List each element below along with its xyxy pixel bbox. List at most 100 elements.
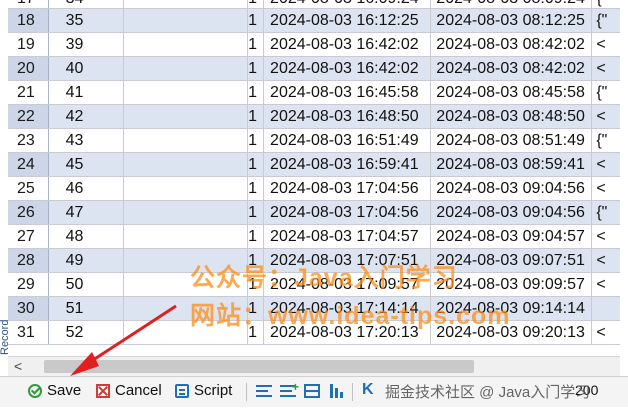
created-time-cell[interactable]: 2024-08-03 17:04:56 bbox=[263, 200, 432, 225]
created-time-cell[interactable]: 2024-08-03 17:04:56 bbox=[263, 176, 432, 201]
row-number[interactable]: 18 bbox=[8, 8, 49, 33]
utc-time-cell[interactable]: 2024-08-03 08:51:49 bbox=[430, 128, 593, 153]
grid-view-icon[interactable] bbox=[304, 384, 320, 398]
flag-cell[interactable]: 1 bbox=[247, 80, 265, 105]
table-row[interactable]: 22 42 1 2024-08-03 16:48:50 2024-08-03 08:48… bbox=[8, 104, 620, 129]
flag-cell[interactable]: 1 bbox=[247, 32, 265, 57]
created-time-cell[interactable]: 2024-08-03 17:07:51 bbox=[263, 248, 432, 273]
extra-cell[interactable]: {" bbox=[591, 0, 620, 9]
id-cell[interactable]: 40 bbox=[48, 56, 124, 81]
utc-time-cell[interactable]: 2024-08-03 08:12:25 bbox=[430, 8, 593, 33]
id-cell[interactable]: 47 bbox=[48, 200, 124, 225]
created-time-cell[interactable]: 2024-08-03 16:09:24 bbox=[263, 0, 432, 9]
id-cell[interactable]: 52 bbox=[48, 320, 124, 345]
utc-time-cell[interactable]: 2024-08-03 09:07:51 bbox=[430, 248, 593, 273]
table-row[interactable]: 23 43 1 2024-08-03 16:51:49 2024-08-03 08:51… bbox=[8, 128, 620, 153]
text-view-icon[interactable] bbox=[256, 384, 272, 398]
blank-cell[interactable] bbox=[123, 128, 249, 153]
created-time-cell[interactable]: 2024-08-03 16:45:58 bbox=[263, 80, 432, 105]
flag-cell[interactable]: 1 bbox=[247, 248, 265, 273]
row-number[interactable]: 19 bbox=[8, 32, 49, 57]
created-time-cell[interactable]: 2024-08-03 16:51:49 bbox=[263, 128, 432, 153]
flag-cell[interactable]: 1 bbox=[247, 176, 265, 201]
extra-cell[interactable]: {" bbox=[591, 128, 620, 153]
id-cell[interactable]: 49 bbox=[48, 248, 124, 273]
blank-cell[interactable] bbox=[123, 320, 249, 345]
scroll-left-icon[interactable]: < bbox=[14, 358, 22, 374]
created-time-cell[interactable]: 2024-08-03 16:42:02 bbox=[263, 32, 432, 57]
flag-cell[interactable]: 1 bbox=[247, 8, 265, 33]
table-row[interactable]: 18 35 1 2024-08-03 16:12:25 2024-08-03 08:12… bbox=[8, 8, 620, 33]
row-number[interactable]: 24 bbox=[8, 152, 49, 177]
horizontal-scrollbar[interactable]: < bbox=[8, 356, 620, 377]
row-number[interactable]: 25 bbox=[8, 176, 49, 201]
blank-cell[interactable] bbox=[123, 248, 249, 273]
row-number[interactable]: 29 bbox=[8, 272, 49, 297]
extra-cell[interactable]: < bbox=[591, 248, 620, 273]
flag-cell[interactable]: 1 bbox=[247, 0, 265, 9]
extra-cell[interactable]: < bbox=[591, 272, 620, 297]
table-row[interactable]: 25 46 1 2024-08-03 17:04:56 2024-08-03 09:04… bbox=[8, 176, 620, 201]
add-row-icon[interactable] bbox=[280, 380, 299, 398]
utc-time-cell[interactable]: 2024-08-03 09:14:14 bbox=[430, 296, 593, 321]
chart-view-icon[interactable] bbox=[328, 384, 344, 398]
table-row[interactable]: 26 47 1 2024-08-03 17:04:56 2024-08-03 09:04… bbox=[8, 200, 620, 225]
id-cell[interactable]: 41 bbox=[48, 80, 124, 105]
utc-time-cell[interactable]: 2024-08-03 09:04:57 bbox=[430, 224, 593, 249]
id-cell[interactable]: 34 bbox=[48, 0, 124, 9]
id-cell[interactable]: 42 bbox=[48, 104, 124, 129]
table-row[interactable]: 1734 12024-08-03 16:09:242024-08-03 08:09… bbox=[8, 0, 620, 9]
record-side-tab[interactable]: Record bbox=[0, 295, 11, 355]
blank-cell[interactable] bbox=[123, 200, 249, 225]
row-number[interactable]: 21 bbox=[8, 80, 49, 105]
id-cell[interactable]: 35 bbox=[48, 8, 124, 33]
extra-cell[interactable]: < bbox=[591, 32, 620, 57]
blank-cell[interactable] bbox=[123, 32, 249, 57]
flag-cell[interactable]: 1 bbox=[247, 56, 265, 81]
utc-time-cell[interactable]: 2024-08-03 08:09:24 bbox=[430, 0, 593, 9]
table-row[interactable]: 31 52 1 2024-08-03 17:20:13 2024-08-03 09:20… bbox=[8, 320, 620, 345]
row-number[interactable]: 26 bbox=[8, 200, 49, 225]
flag-cell[interactable]: 1 bbox=[247, 152, 265, 177]
table-row[interactable]: 21 41 1 2024-08-03 16:45:58 2024-08-03 08:45… bbox=[8, 80, 620, 105]
flag-cell[interactable]: 1 bbox=[247, 200, 265, 225]
created-time-cell[interactable]: 2024-08-03 17:04:57 bbox=[263, 224, 432, 249]
blank-cell[interactable] bbox=[123, 0, 249, 9]
table-row[interactable]: 30 51 1 2024-08-03 17:14:14 2024-08-03 09:14… bbox=[8, 296, 620, 321]
id-cell[interactable]: 46 bbox=[48, 176, 124, 201]
id-cell[interactable]: 50 bbox=[48, 272, 124, 297]
flag-cell[interactable]: 1 bbox=[247, 272, 265, 297]
table-row[interactable]: 29 50 1 2024-08-03 17:09:57 2024-08-03 09:09… bbox=[8, 272, 620, 297]
table-row[interactable]: 20 40 1 2024-08-03 16:42:02 2024-08-03 08:42… bbox=[8, 56, 620, 81]
flag-cell[interactable]: 1 bbox=[247, 224, 265, 249]
created-time-cell[interactable]: 2024-08-03 16:48:50 bbox=[263, 104, 432, 129]
blank-cell[interactable] bbox=[123, 8, 249, 33]
created-time-cell[interactable]: 2024-08-03 16:42:02 bbox=[263, 56, 432, 81]
row-number[interactable]: 27 bbox=[8, 224, 49, 249]
first-page-icon[interactable]: K bbox=[362, 381, 374, 399]
flag-cell[interactable]: 1 bbox=[247, 296, 265, 321]
utc-time-cell[interactable]: 2024-08-03 08:45:58 bbox=[430, 80, 593, 105]
flag-cell[interactable]: 1 bbox=[247, 104, 265, 129]
script-button[interactable]: Script bbox=[175, 382, 232, 399]
utc-time-cell[interactable]: 2024-08-03 09:04:56 bbox=[430, 176, 593, 201]
utc-time-cell[interactable]: 2024-08-03 08:42:02 bbox=[430, 56, 593, 81]
blank-cell[interactable] bbox=[123, 104, 249, 129]
utc-time-cell[interactable]: 2024-08-03 08:42:02 bbox=[430, 32, 593, 57]
id-cell[interactable]: 51 bbox=[48, 296, 124, 321]
id-cell[interactable]: 43 bbox=[48, 128, 124, 153]
row-number[interactable]: 23 bbox=[8, 128, 49, 153]
utc-time-cell[interactable]: 2024-08-03 09:20:13 bbox=[430, 320, 593, 345]
created-time-cell[interactable]: 2024-08-03 16:12:25 bbox=[263, 8, 432, 33]
extra-cell[interactable]: < bbox=[591, 320, 620, 345]
extra-cell[interactable]: < bbox=[591, 224, 620, 249]
row-number[interactable]: 20 bbox=[8, 56, 49, 81]
row-number[interactable]: 22 bbox=[8, 104, 49, 129]
blank-cell[interactable] bbox=[123, 80, 249, 105]
data-grid[interactable]: 173412024-08-03 16:09:242024-08-03 08:09… bbox=[8, 0, 620, 356]
table-row[interactable]: 27 48 1 2024-08-03 17:04:57 2024-08-03 09:04… bbox=[8, 224, 620, 249]
row-number[interactable]: 30 bbox=[8, 296, 49, 321]
created-time-cell[interactable]: 2024-08-03 17:14:14 bbox=[263, 296, 432, 321]
blank-cell[interactable] bbox=[123, 176, 249, 201]
blank-cell[interactable] bbox=[123, 56, 249, 81]
